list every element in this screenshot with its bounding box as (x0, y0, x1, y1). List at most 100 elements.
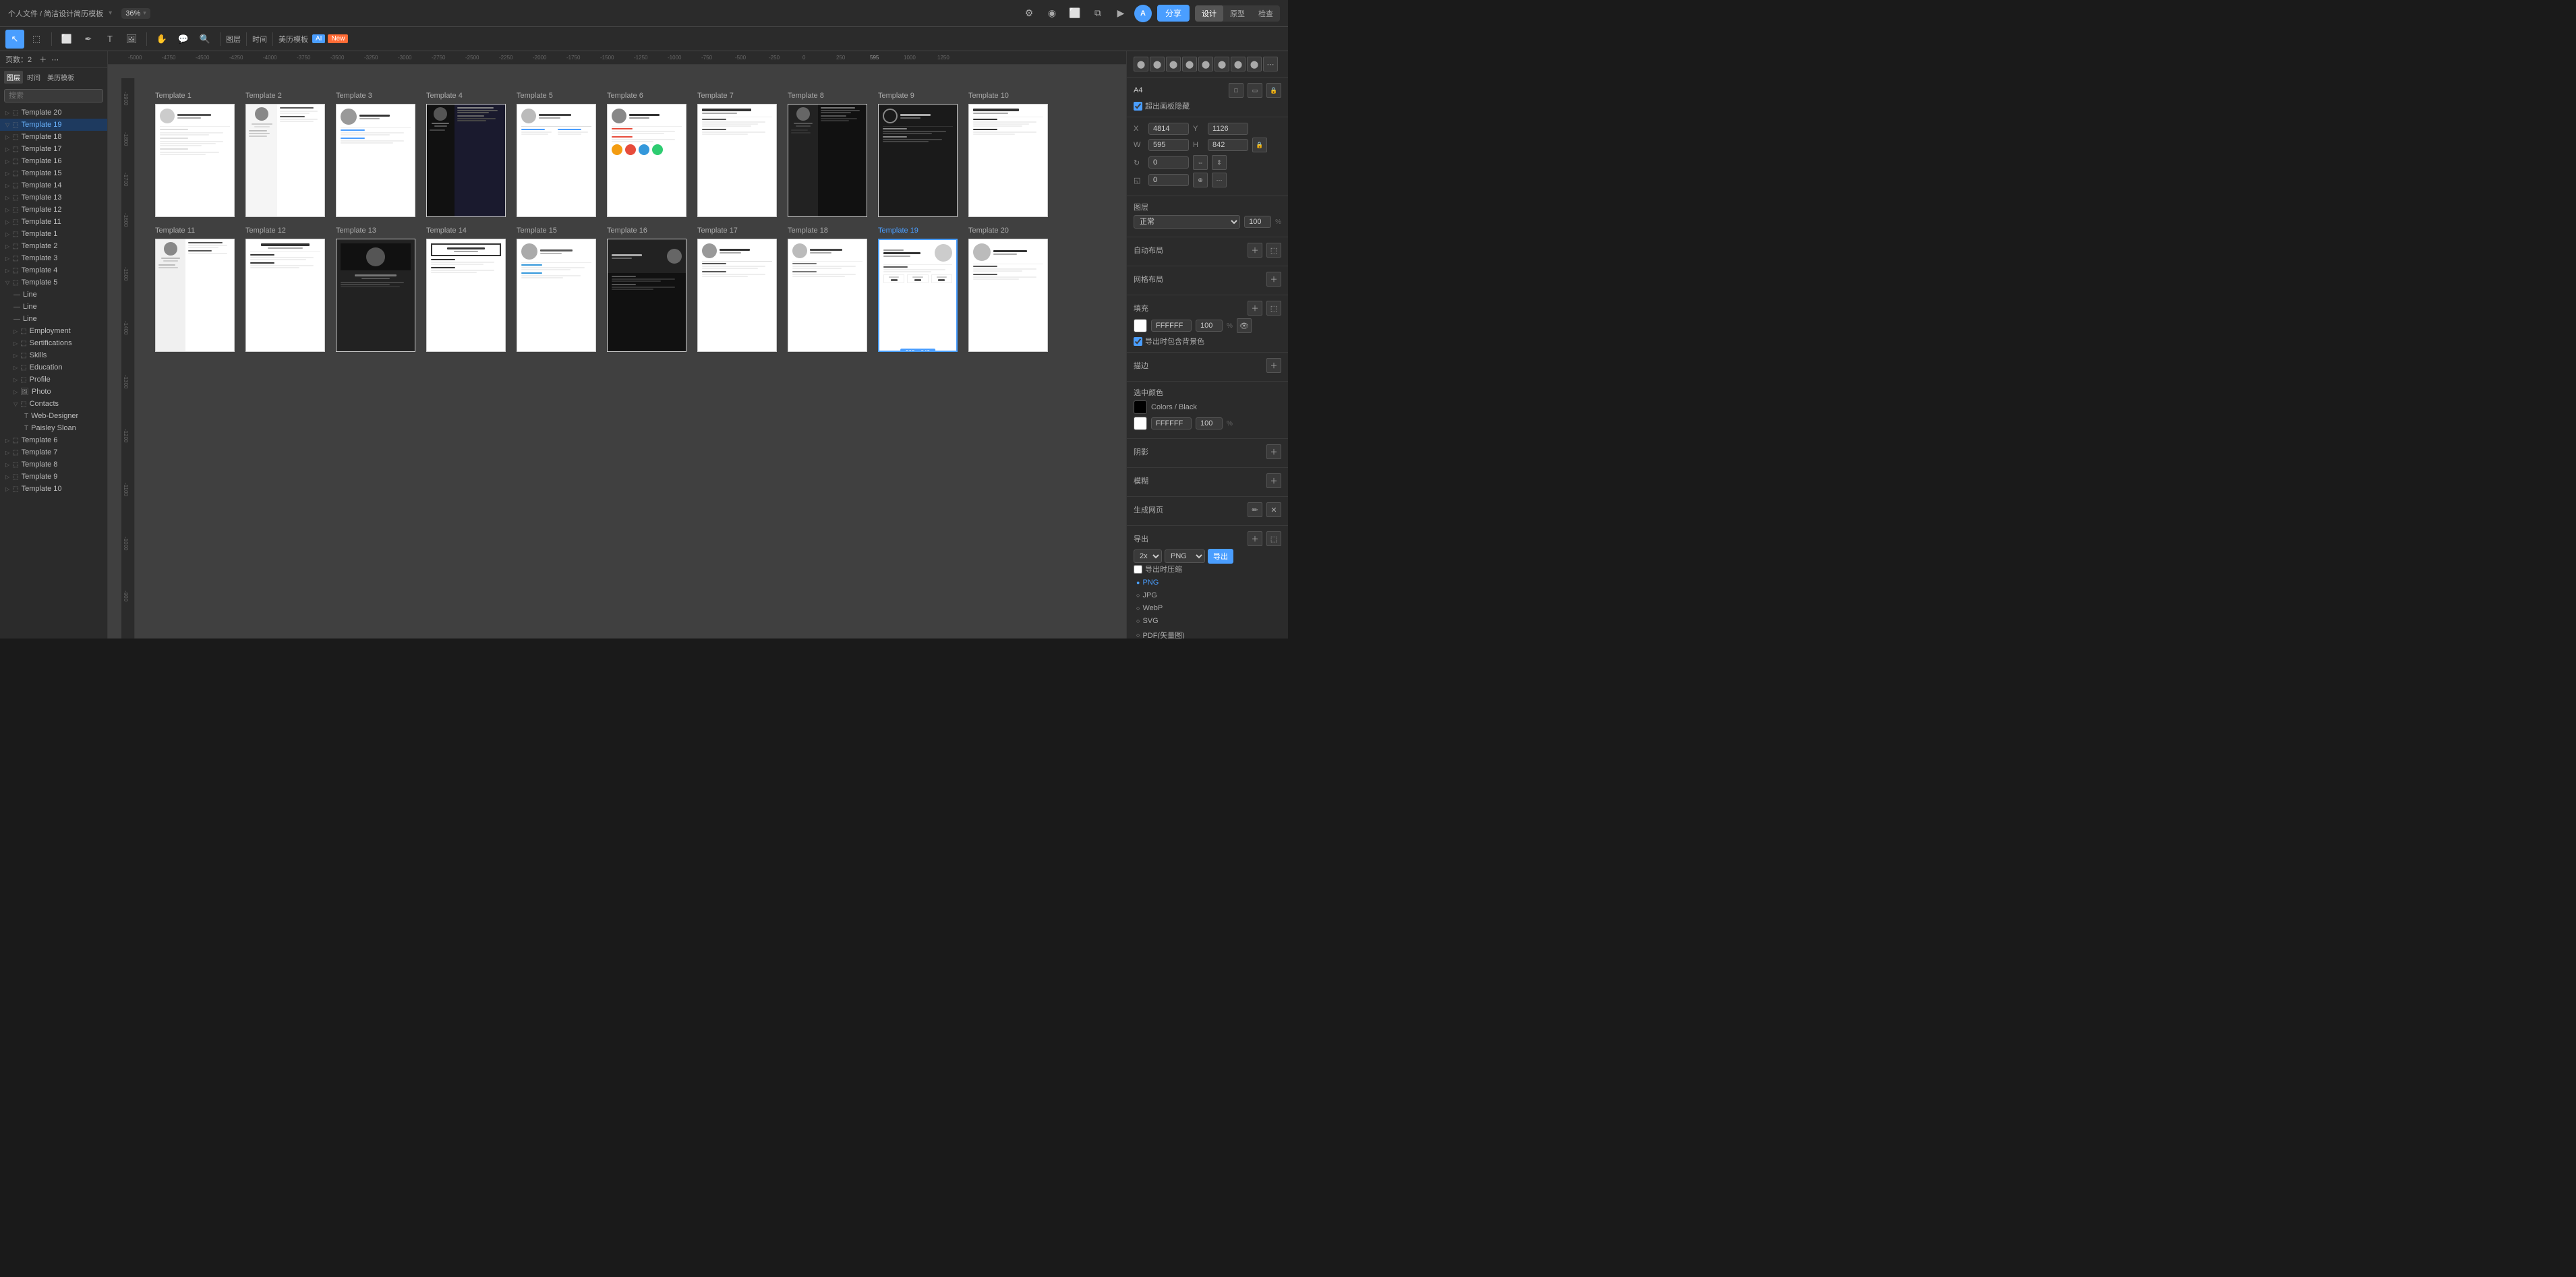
sidebar-item-photo[interactable]: ▷ 🖼 Photo (0, 386, 107, 398)
export-format-select[interactable]: PNG JPG SVG WebP PDF (1165, 550, 1205, 563)
pen-tool-icon[interactable]: ✒ (79, 30, 98, 49)
sidebar-item-template8[interactable]: ▷ ⬚ Template 8 (0, 458, 107, 471)
flip-h-btn[interactable]: ⇔ (1193, 155, 1208, 170)
sidebar-item-template10[interactable]: ▷ ⬚ Template 10 (0, 483, 107, 495)
template-card-19[interactable]: Template 19 (878, 227, 958, 352)
template-5-preview[interactable] (517, 104, 596, 217)
template-15-preview[interactable] (517, 239, 596, 352)
fill-eye-btn[interactable]: 👁 (1237, 318, 1252, 333)
template-1-preview[interactable] (155, 104, 235, 217)
layer-mode-select[interactable]: 正常 (1134, 215, 1240, 229)
template-card-15[interactable]: Template 15 (517, 227, 596, 352)
template-card-13[interactable]: Template 13 (336, 227, 415, 352)
sidebar-item-template5[interactable]: ▽ ⬚ Template 5 (0, 276, 107, 289)
template-card-16[interactable]: Template 16 (607, 227, 686, 352)
close-generated-btn[interactable]: ✕ (1266, 502, 1281, 517)
sidebar-item-paisleysloan[interactable]: T Paisley Sloan (0, 422, 107, 434)
share-button[interactable]: 分享 (1157, 5, 1190, 22)
sidebar-item-template6[interactable]: ▷ ⬚ Template 6 (0, 434, 107, 446)
distribute-h-btn[interactable]: ⬤ (1231, 57, 1246, 71)
align-center-h-btn[interactable]: ⬤ (1150, 57, 1165, 71)
sidebar-item-certifications[interactable]: ▷ ⬚ Sertifications (0, 337, 107, 349)
template-card-3[interactable]: Template 3 (336, 92, 415, 217)
template-card-10[interactable]: Template 10 (968, 92, 1048, 217)
sidebar-item-line2[interactable]: — Line (0, 301, 107, 313)
tab-templates[interactable]: 美历模板 (45, 71, 77, 84)
sidebar-item-template11[interactable]: ▷ ⬚ Template 11 (0, 216, 107, 228)
expand-auto-layout-btn[interactable]: ⬚ (1266, 243, 1281, 258)
add-page-btn[interactable]: ＋ (39, 56, 47, 64)
add-auto-layout-btn[interactable]: ＋ (1248, 243, 1262, 258)
sidebar-item-line1[interactable]: — Line (0, 289, 107, 301)
eye-icon[interactable]: ◉ (1044, 5, 1060, 22)
lock-btn[interactable]: 🔒 (1266, 83, 1281, 98)
color-2-opacity-input[interactable] (1196, 417, 1223, 429)
template-16-preview[interactable] (607, 239, 686, 352)
sidebar-item-template16[interactable]: ▷ ⬚ Template 16 (0, 155, 107, 167)
align-middle-v-btn[interactable]: ⬤ (1198, 57, 1213, 71)
sidebar-item-template4[interactable]: ▷ ⬚ Template 4 (0, 264, 107, 276)
template-2-preview[interactable] (245, 104, 325, 217)
template-3-preview[interactable] (336, 104, 415, 217)
add-export-btn[interactable]: ＋ (1248, 531, 1262, 546)
constraints-btn[interactable]: ⊕ (1193, 173, 1208, 187)
search-input[interactable] (4, 89, 103, 102)
template-card-18[interactable]: Template 18 (788, 227, 867, 352)
zoom-tool-icon[interactable]: 🔍 (196, 30, 214, 49)
template-card-8[interactable]: Template 8 (788, 92, 867, 217)
template-18-preview[interactable] (788, 239, 867, 352)
template-card-17[interactable]: Template 17 (697, 227, 777, 352)
template-card-9[interactable]: Template 9 (878, 92, 958, 217)
format-pdf-vector[interactable]: ○ PDF(矢量图) (1134, 628, 1281, 638)
opacity-input[interactable] (1244, 216, 1271, 228)
more-options-icon[interactable]: ⋯ (51, 56, 59, 64)
fill-hex-input[interactable] (1151, 320, 1192, 332)
template-9-preview[interactable] (878, 104, 958, 217)
sidebar-item-template20[interactable]: ▷ ⬚ Template 20 (0, 107, 107, 119)
template-7-preview[interactable] (697, 104, 777, 217)
move-tool-icon[interactable]: ↖ (5, 30, 24, 49)
y-input[interactable] (1208, 123, 1248, 135)
x-input[interactable] (1148, 123, 1189, 135)
more-btn[interactable]: ⋯ (1212, 173, 1227, 187)
sidebar-item-webdesigner[interactable]: T Web-Designer (0, 410, 107, 422)
compress-export-checkbox[interactable]: 导出时压缩 (1134, 564, 1281, 574)
edit-generated-btn[interactable]: ✏ (1248, 502, 1262, 517)
template-20-preview[interactable] (968, 239, 1048, 352)
template-4-preview[interactable] (426, 104, 506, 217)
sidebar-item-template7[interactable]: ▷ ⬚ Template 7 (0, 446, 107, 458)
template-card-2[interactable]: Template 2 (245, 92, 325, 217)
sidebar-item-template12[interactable]: ▷ ⬚ Template 12 (0, 204, 107, 216)
add-fill-btn[interactable]: ＋ (1248, 301, 1262, 316)
sidebar-item-template13[interactable]: ▷ ⬚ Template 13 (0, 191, 107, 204)
align-left-btn[interactable]: ⬤ (1134, 57, 1148, 71)
settings-icon[interactable]: ⚙ (1021, 5, 1037, 22)
format-jpg[interactable]: ○ JPG (1134, 590, 1281, 601)
frame-tool-icon[interactable]: ⬚ (27, 30, 46, 49)
template-14-preview[interactable] (426, 239, 506, 352)
sidebar-item-template9[interactable]: ▷ ⬚ Template 9 (0, 471, 107, 483)
show-border-checkbox[interactable]: 超出画板隐藏 (1134, 100, 1281, 111)
sidebar-item-template2[interactable]: ▷ ⬚ Template 2 (0, 240, 107, 252)
tab-layers[interactable]: 图层 (4, 71, 23, 84)
sidebar-item-line3[interactable]: — Line (0, 313, 107, 325)
rotate-input[interactable] (1148, 156, 1189, 169)
include-bg-checkbox[interactable]: 导出时包含背景色 (1134, 336, 1281, 347)
template-19-preview[interactable]: 595 × 842 (878, 239, 958, 352)
sidebar-item-contacts[interactable]: ▽ ⬚ Contacts (0, 398, 107, 410)
sidebar-item-template18[interactable]: ▷ ⬚ Template 18 (0, 131, 107, 143)
text-tool-icon[interactable]: T (100, 30, 119, 49)
dropdown-arrow-icon[interactable]: ▾ (109, 9, 112, 17)
canvas-scroll[interactable]: Template 1 (142, 78, 1126, 638)
portrait-btn[interactable]: □ (1229, 83, 1243, 98)
h-input[interactable] (1208, 139, 1248, 151)
template-card-14[interactable]: Template 14 (426, 227, 506, 352)
align-right-btn[interactable]: ⬤ (1166, 57, 1181, 71)
sidebar-item-template3[interactable]: ▷ ⬚ Template 3 (0, 252, 107, 264)
template-13-preview[interactable] (336, 239, 415, 352)
landscape-btn[interactable]: ▭ (1248, 83, 1262, 98)
format-webp[interactable]: ○ WebP (1134, 603, 1281, 614)
add-shadow-btn[interactable]: ＋ (1266, 444, 1281, 459)
template-12-preview[interactable] (245, 239, 325, 352)
export-now-button[interactable]: 导出 (1208, 549, 1233, 564)
